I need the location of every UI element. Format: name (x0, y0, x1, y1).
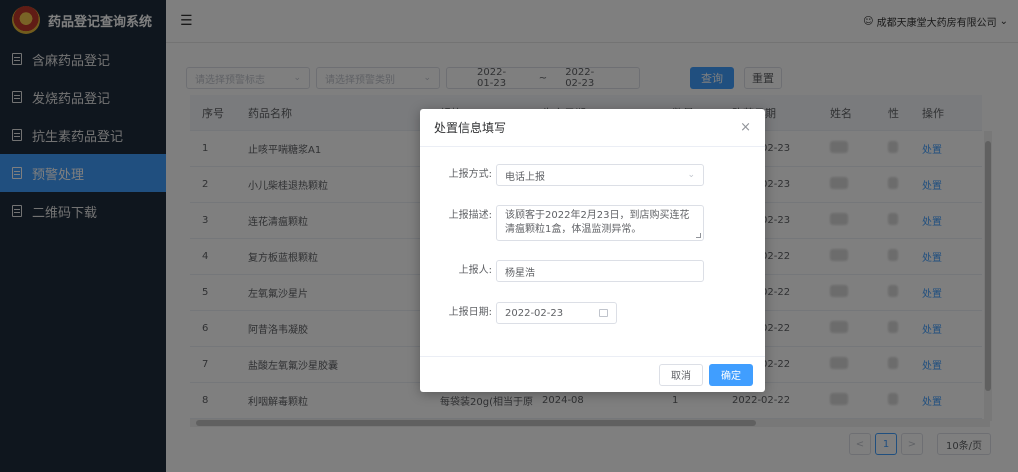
reporter-input[interactable]: 杨星浩 (496, 260, 704, 282)
chevron-down-icon: ⌄ (687, 170, 695, 180)
form-row-reporter: 上报人: 杨星浩 (420, 260, 704, 282)
dialog-footer: 取消 确定 (420, 356, 765, 392)
report-method-select[interactable]: 电话上报 ⌄ (496, 164, 704, 186)
cancel-button[interactable]: 取消 (659, 363, 703, 386)
form-row-report-method: 上报方式: 电话上报 ⌄ (420, 164, 704, 186)
disposal-dialog: 处置信息填写 × 上报方式: 电话上报 ⌄ 上报描述: 该顾客于2022年2月2… (420, 109, 765, 392)
report-date-label: 上报日期: (448, 307, 492, 318)
report-method-label: 上报方式: (448, 169, 492, 180)
dialog-header: 处置信息填写 × (420, 109, 765, 147)
form-row-report-date: 上报日期: 2022-02-23 (420, 302, 617, 324)
report-desc-value: 该顾客于2022年2月23日，到店购买连花清瘟颗粒1盒，体温监测异常。 (505, 210, 690, 235)
reporter-value: 杨星浩 (505, 267, 535, 279)
calendar-icon (599, 309, 608, 317)
report-desc-label: 上报描述: (448, 210, 492, 221)
report-date-value: 2022-02-23 (505, 307, 564, 319)
reporter-label: 上报人: (458, 265, 492, 276)
report-desc-textarea[interactable]: 该顾客于2022年2月23日，到店购买连花清瘟颗粒1盒，体温监测异常。 (496, 205, 704, 241)
confirm-button[interactable]: 确定 (709, 363, 753, 386)
report-date-picker[interactable]: 2022-02-23 (496, 302, 617, 324)
form-row-report-desc: 上报描述: 该顾客于2022年2月23日，到店购买连花清瘟颗粒1盒，体温监测异常… (420, 205, 704, 241)
close-icon[interactable]: × (740, 120, 751, 135)
report-method-value: 电话上报 (505, 171, 545, 183)
dialog-title: 处置信息填写 (434, 121, 507, 135)
resize-handle-icon[interactable] (696, 233, 701, 238)
